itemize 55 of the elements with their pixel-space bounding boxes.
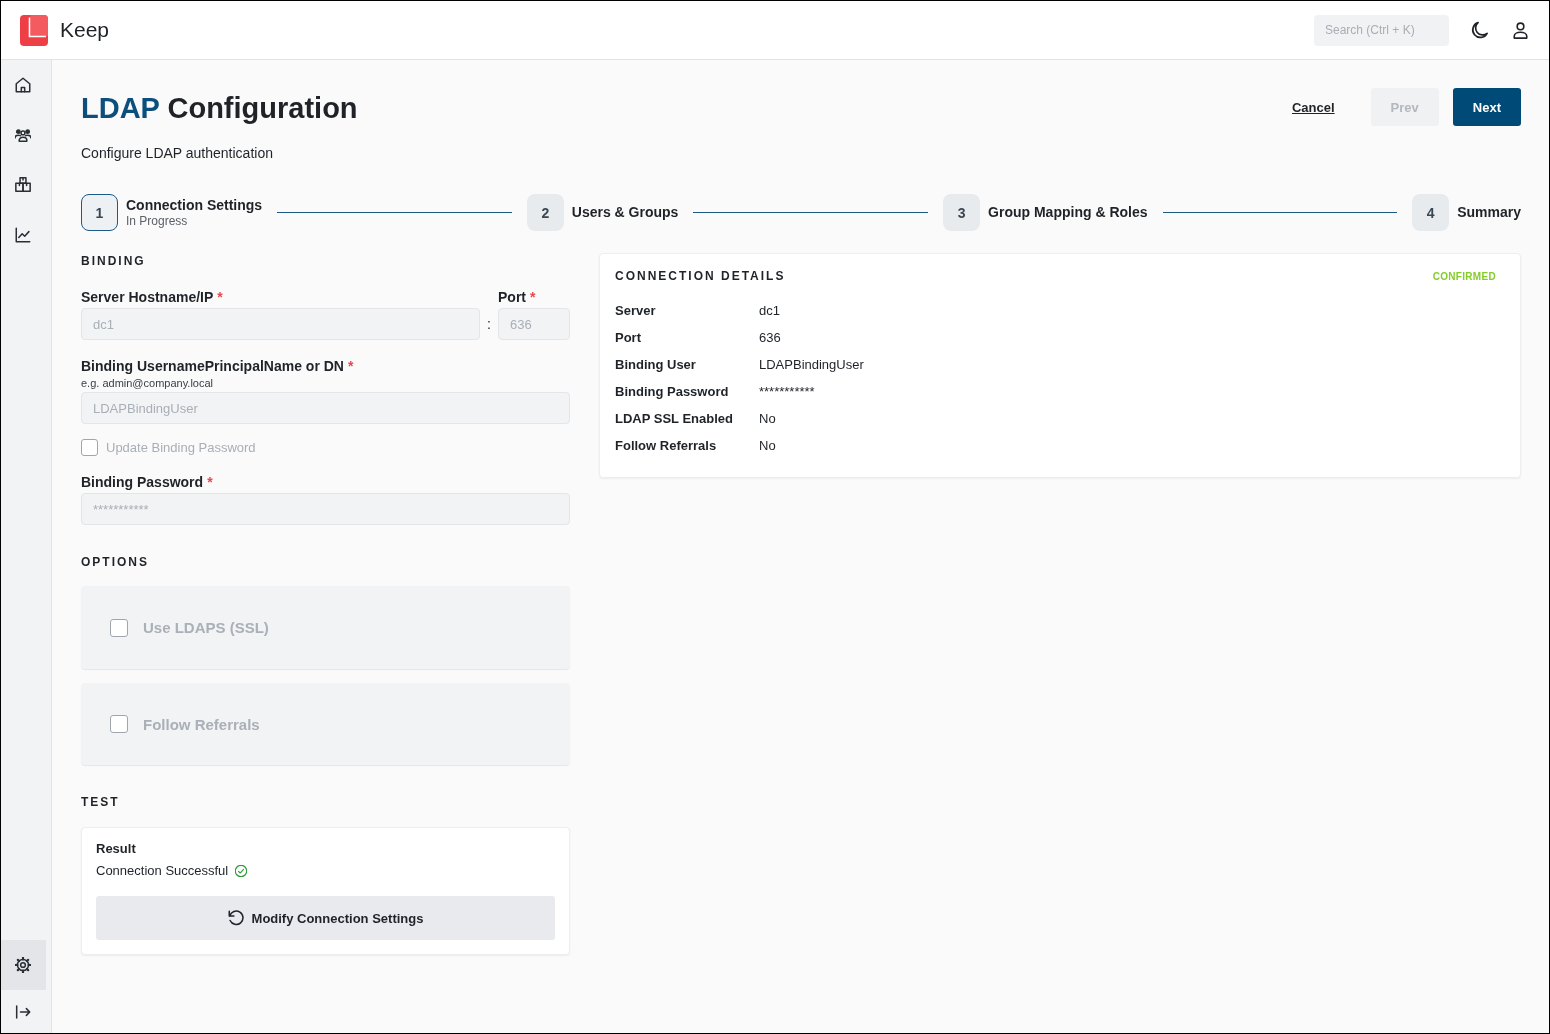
modify-settings-button[interactable]: Modify Connection Settings: [96, 896, 555, 940]
undo-icon: [227, 910, 244, 926]
step-title: Summary: [1457, 204, 1521, 221]
moon-icon[interactable]: [1471, 21, 1489, 39]
field-label: Binding UsernamePrincipalName or DN *: [81, 358, 355, 374]
detail-value: No: [759, 411, 776, 426]
field-hint: e.g. admin@company.local: [81, 377, 215, 389]
field-label: Binding Password *: [81, 474, 214, 490]
step-number: 3: [943, 194, 981, 231]
home-icon: [15, 77, 31, 93]
checkbox-label: Update Binding Password: [106, 440, 256, 455]
people-icon: [15, 127, 31, 143]
step-number: 1: [81, 194, 118, 231]
app-name: Keep: [60, 18, 110, 42]
field-label: Port *: [498, 289, 537, 305]
section-heading: OPTIONS: [81, 554, 150, 570]
boxes-icon: [15, 177, 31, 193]
nav-button[interactable]: [1, 940, 46, 990]
step-status: In Progress: [126, 213, 189, 229]
section-heading: TEST: [81, 794, 121, 810]
detail-value: No: [759, 438, 776, 453]
step-title: Group Mapping & Roles: [988, 204, 1148, 221]
step-number: 4: [1412, 194, 1450, 231]
search-field[interactable]: Search (Ctrl + K): [1314, 14, 1449, 46]
option-label: Use LDAPS (SSL): [143, 619, 269, 636]
cancel-link[interactable]: Cancel: [1291, 99, 1335, 115]
step-title: Connection Settings: [126, 196, 263, 214]
detail-label: Server: [615, 303, 656, 318]
page-subtitle: Configure LDAP authentication: [81, 144, 274, 163]
status-label: CONFIRMED: [1432, 270, 1496, 282]
person-icon[interactable]: [1512, 21, 1529, 39]
settings-icon: [15, 957, 31, 973]
detail-value: LDAPBindingUser: [759, 357, 864, 372]
page-title: LDAP Configuration: [81, 91, 358, 126]
detail-value: dc1: [759, 303, 780, 318]
next-button[interactable]: Next: [1452, 88, 1521, 126]
line-chart-icon: [15, 227, 31, 243]
section-heading: BINDING: [81, 253, 147, 269]
step-number: 2: [526, 194, 564, 231]
detail-label: Port: [615, 330, 641, 345]
detail-value: ***********: [759, 384, 815, 399]
logo-icon: [20, 14, 48, 46]
bar-arrow-right-icon: [15, 1003, 31, 1020]
field-label: Server Hostname/IP *: [81, 289, 224, 305]
detail-value: 636: [759, 330, 781, 345]
detail-label: Binding Password: [615, 384, 729, 399]
result-text: Connection Successful: [96, 863, 229, 879]
option-label: Follow Referrals: [143, 715, 260, 733]
detail-label: Binding User: [615, 357, 696, 372]
detail-label: Follow Referrals: [615, 438, 717, 453]
result-label: Result: [96, 841, 137, 857]
card-heading: CONNECTION DETAILS: [615, 268, 786, 284]
port-separator: :: [486, 315, 492, 334]
step-title: Users & Groups: [571, 204, 679, 221]
detail-label: LDAP SSL Enabled: [615, 411, 733, 426]
